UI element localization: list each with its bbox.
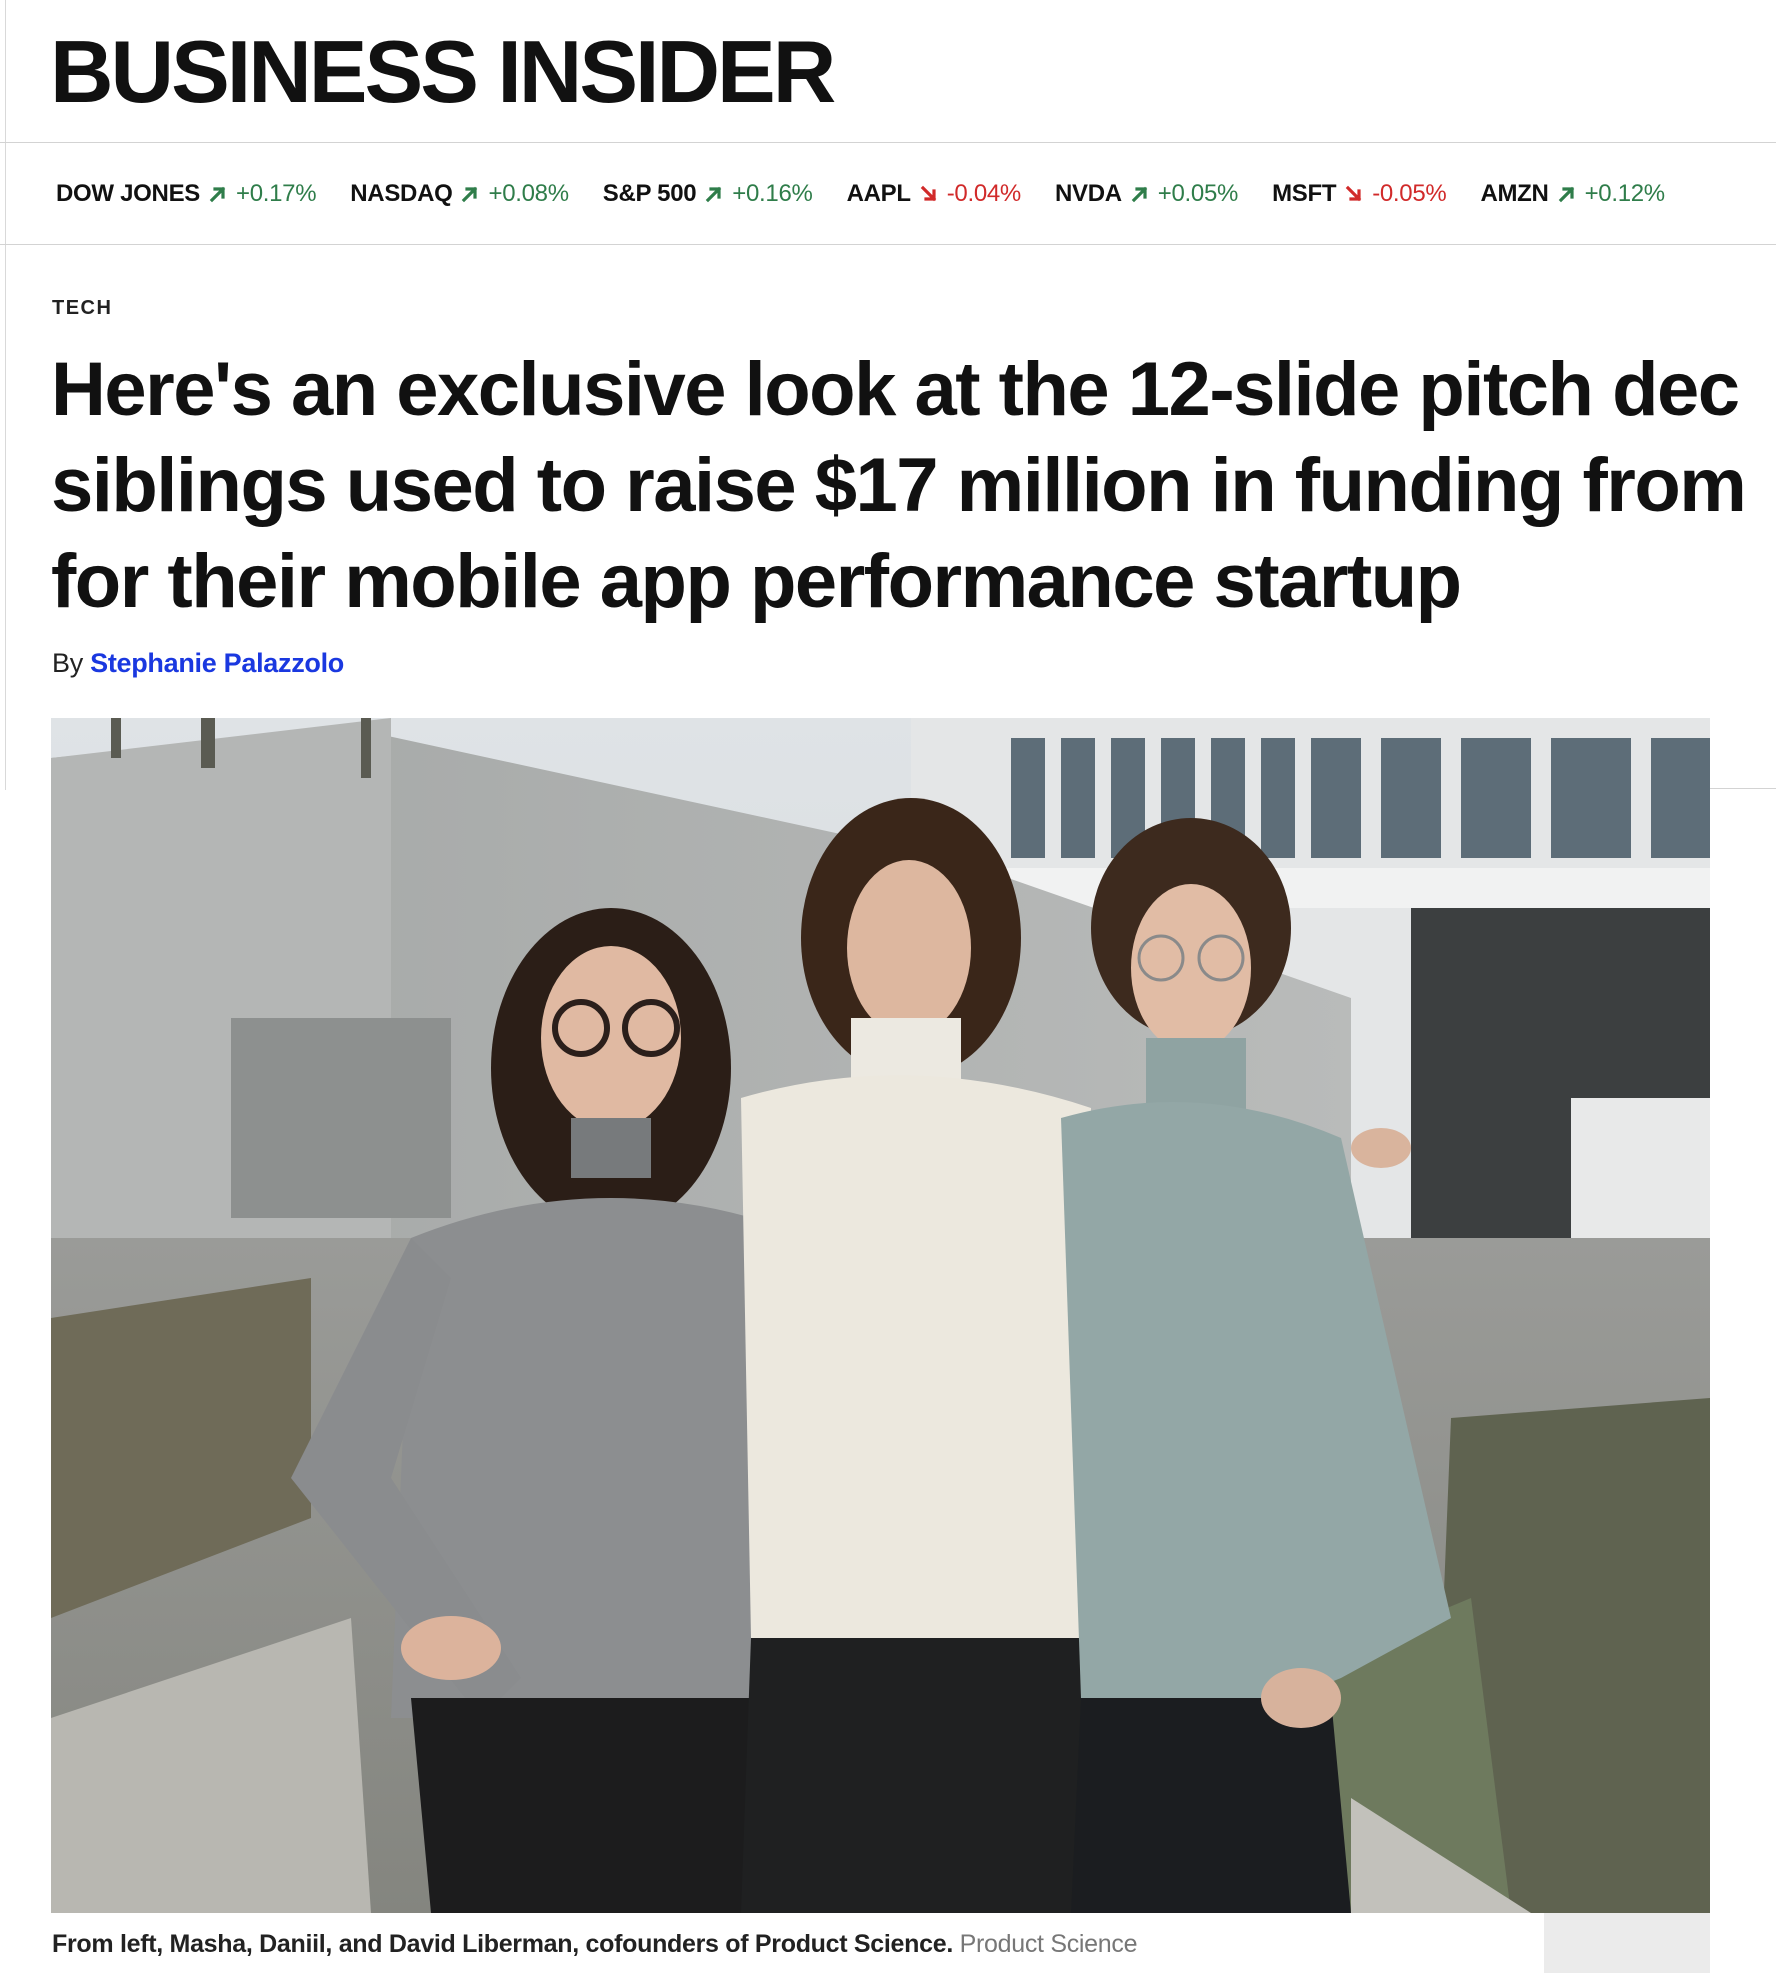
ticker-item-dow-jones[interactable]: DOW JONES +0.17%	[56, 179, 317, 208]
arrow-down-icon	[919, 184, 939, 204]
ticker-item-sp-500[interactable]: S&P 500 +0.16%	[603, 180, 813, 208]
headline-line: siblings used to raise $17 million in fu…	[51, 443, 1747, 528]
ticker-item-nasdaq[interactable]: NASDAQ +0.08%	[350, 180, 569, 208]
market-ticker-bar: DOW JONES +0.17% NASDAQ +0.08% S&P 500 +…	[0, 143, 1776, 245]
ticker-change: -0.05%	[1372, 179, 1447, 207]
arrow-up-icon	[1557, 184, 1577, 204]
arrow-up-icon	[704, 184, 724, 204]
ticker-symbol: NASDAQ	[350, 179, 453, 207]
caption-side-panel	[1544, 1913, 1710, 1973]
ticker-item-amzn[interactable]: AMZN +0.12%	[1480, 179, 1666, 208]
article-headline: Here's an exclusive look at the 12-slide…	[51, 342, 1776, 630]
headline-line: Here's an exclusive look at the 12-slide…	[51, 347, 1740, 432]
byline-prefix: By	[52, 648, 83, 678]
arrow-up-icon	[1130, 184, 1150, 204]
article-category-link[interactable]: TECH	[52, 297, 112, 320]
caption-text: From left, Masha, Daniil, and David Libe…	[52, 1930, 953, 1958]
headline-line: for their mobile app performance startup	[51, 539, 1462, 624]
ticker-symbol: S&P 500	[602, 179, 697, 207]
ticker-change: +0.12%	[1584, 179, 1666, 207]
ticker-symbol: AAPL	[846, 179, 911, 207]
article-page: BUSINESS INSIDER DOW JONES +0.17% NASDAQ…	[0, 0, 1776, 1988]
arrow-down-icon	[1344, 184, 1364, 204]
ticker-change: +0.05%	[1157, 179, 1239, 207]
hero-photo	[51, 718, 1710, 1913]
ticker-change: +0.16%	[732, 179, 813, 207]
author-link[interactable]: Stephanie Palazzolo	[90, 648, 344, 678]
article-byline: By Stephanie Palazzolo	[52, 648, 344, 679]
arrow-up-icon	[460, 184, 480, 204]
business-insider-logo[interactable]: BUSINESS INSIDER	[50, 22, 836, 122]
arrow-up-icon	[208, 184, 228, 204]
ticker-change: +0.08%	[488, 179, 569, 207]
site-header: BUSINESS INSIDER	[0, 0, 1776, 143]
ticker-change: +0.17%	[235, 179, 317, 207]
divider	[1710, 788, 1776, 789]
ticker-item-msft[interactable]: MSFT -0.05%	[1272, 179, 1447, 208]
ticker-item-nvda[interactable]: NVDA +0.05%	[1055, 180, 1238, 208]
photo-credit: Product Science	[959, 1930, 1138, 1958]
hero-photo-illustration	[51, 718, 1710, 1913]
ticker-symbol: AMZN	[1480, 179, 1549, 207]
ticker-symbol: NVDA	[1054, 179, 1122, 207]
photo-caption: From left, Masha, Daniil, and David Libe…	[52, 1930, 1137, 1959]
ticker-change: -0.04%	[946, 179, 1022, 207]
ticker-symbol: DOW JONES	[56, 179, 200, 207]
ticker-symbol: MSFT	[1272, 179, 1337, 207]
ticker-list: DOW JONES +0.17% NASDAQ +0.08% S&P 500 +…	[56, 143, 1699, 244]
ticker-item-aapl[interactable]: AAPL -0.04%	[846, 179, 1022, 208]
